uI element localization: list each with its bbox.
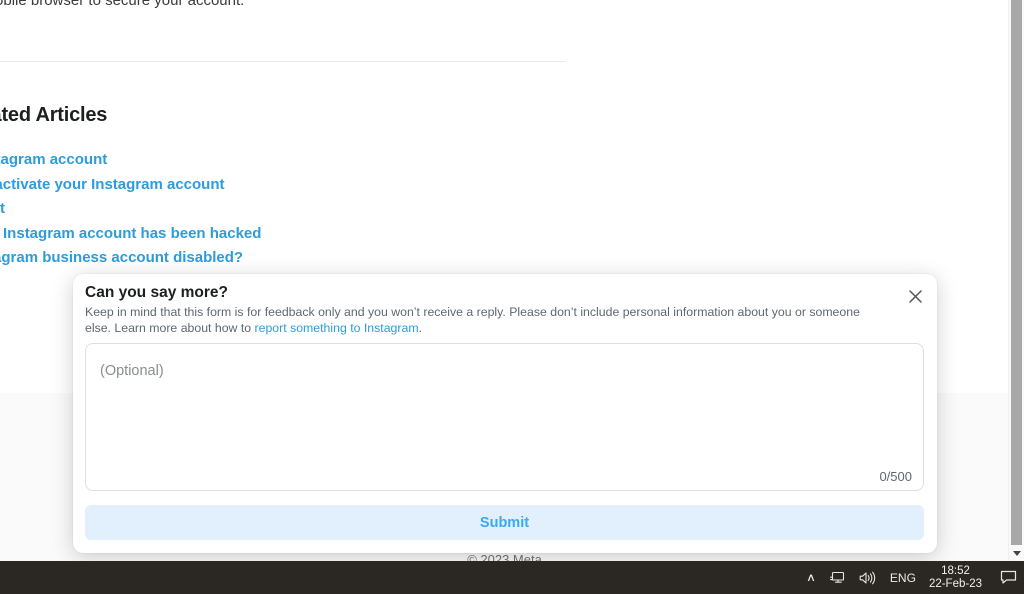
system-tray: ∧ ENG 18:52 22-Feb-23 bbox=[800, 561, 1024, 594]
browser-content: top or mobile browser to secure your acc… bbox=[0, 0, 1024, 561]
feedback-textarea-wrapper[interactable]: (Optional) 0/500 bbox=[85, 343, 924, 491]
feedback-textarea-placeholder: (Optional) bbox=[100, 363, 164, 379]
footer-copyright: © 2023 Meta bbox=[467, 552, 542, 561]
chevron-down-icon bbox=[1012, 550, 1021, 556]
windows-taskbar: ∧ ENG 18:52 22-Feb-23 bbox=[0, 561, 1024, 594]
taskbar-clock[interactable]: 18:52 22-Feb-23 bbox=[923, 561, 992, 594]
related-link[interactable]: Help, I think my Instagram account has b… bbox=[0, 222, 388, 247]
related-articles-list: Delete your Instagram account Temporaril… bbox=[0, 148, 388, 271]
network-icon[interactable] bbox=[822, 561, 852, 594]
truncated-paragraph: top or mobile browser to secure your acc… bbox=[0, 0, 245, 9]
related-articles-heading: Related Articles bbox=[0, 104, 108, 126]
clock-date: 22-Feb-23 bbox=[928, 577, 982, 590]
modal-description-text-1: Keep in mind that this form is for feedb… bbox=[85, 305, 860, 335]
related-link[interactable]: Temporarily deactivate your Instagram ac… bbox=[0, 173, 388, 198]
modal-description-text-2: . bbox=[418, 320, 422, 335]
volume-icon[interactable] bbox=[852, 561, 883, 594]
page-scrollbar[interactable] bbox=[1008, 0, 1024, 561]
close-icon[interactable] bbox=[903, 284, 927, 308]
related-link[interactable]: Hacked Account bbox=[0, 197, 388, 222]
modal-title: Can you say more? bbox=[85, 284, 228, 301]
submit-button[interactable]: Submit bbox=[85, 505, 924, 540]
action-center-icon[interactable] bbox=[992, 561, 1024, 594]
scrollbar-thumb[interactable] bbox=[1011, 0, 1022, 545]
show-hidden-icons-button[interactable]: ∧ bbox=[797, 561, 825, 594]
report-something-link[interactable]: report something to Instagram bbox=[255, 321, 419, 335]
related-link[interactable]: Why is my Instagram business account dis… bbox=[0, 246, 388, 271]
related-link[interactable]: Delete your Instagram account bbox=[0, 148, 388, 173]
clock-time: 18:52 bbox=[941, 564, 970, 577]
character-counter: 0/500 bbox=[879, 469, 912, 484]
modal-description: Keep in mind that this form is for feedb… bbox=[85, 305, 875, 336]
section-divider bbox=[0, 61, 565, 62]
feedback-modal: Can you say more? Keep in mind that this… bbox=[73, 274, 937, 553]
language-indicator[interactable]: ENG bbox=[883, 561, 923, 594]
scrollbar-down-button[interactable] bbox=[1009, 545, 1024, 561]
